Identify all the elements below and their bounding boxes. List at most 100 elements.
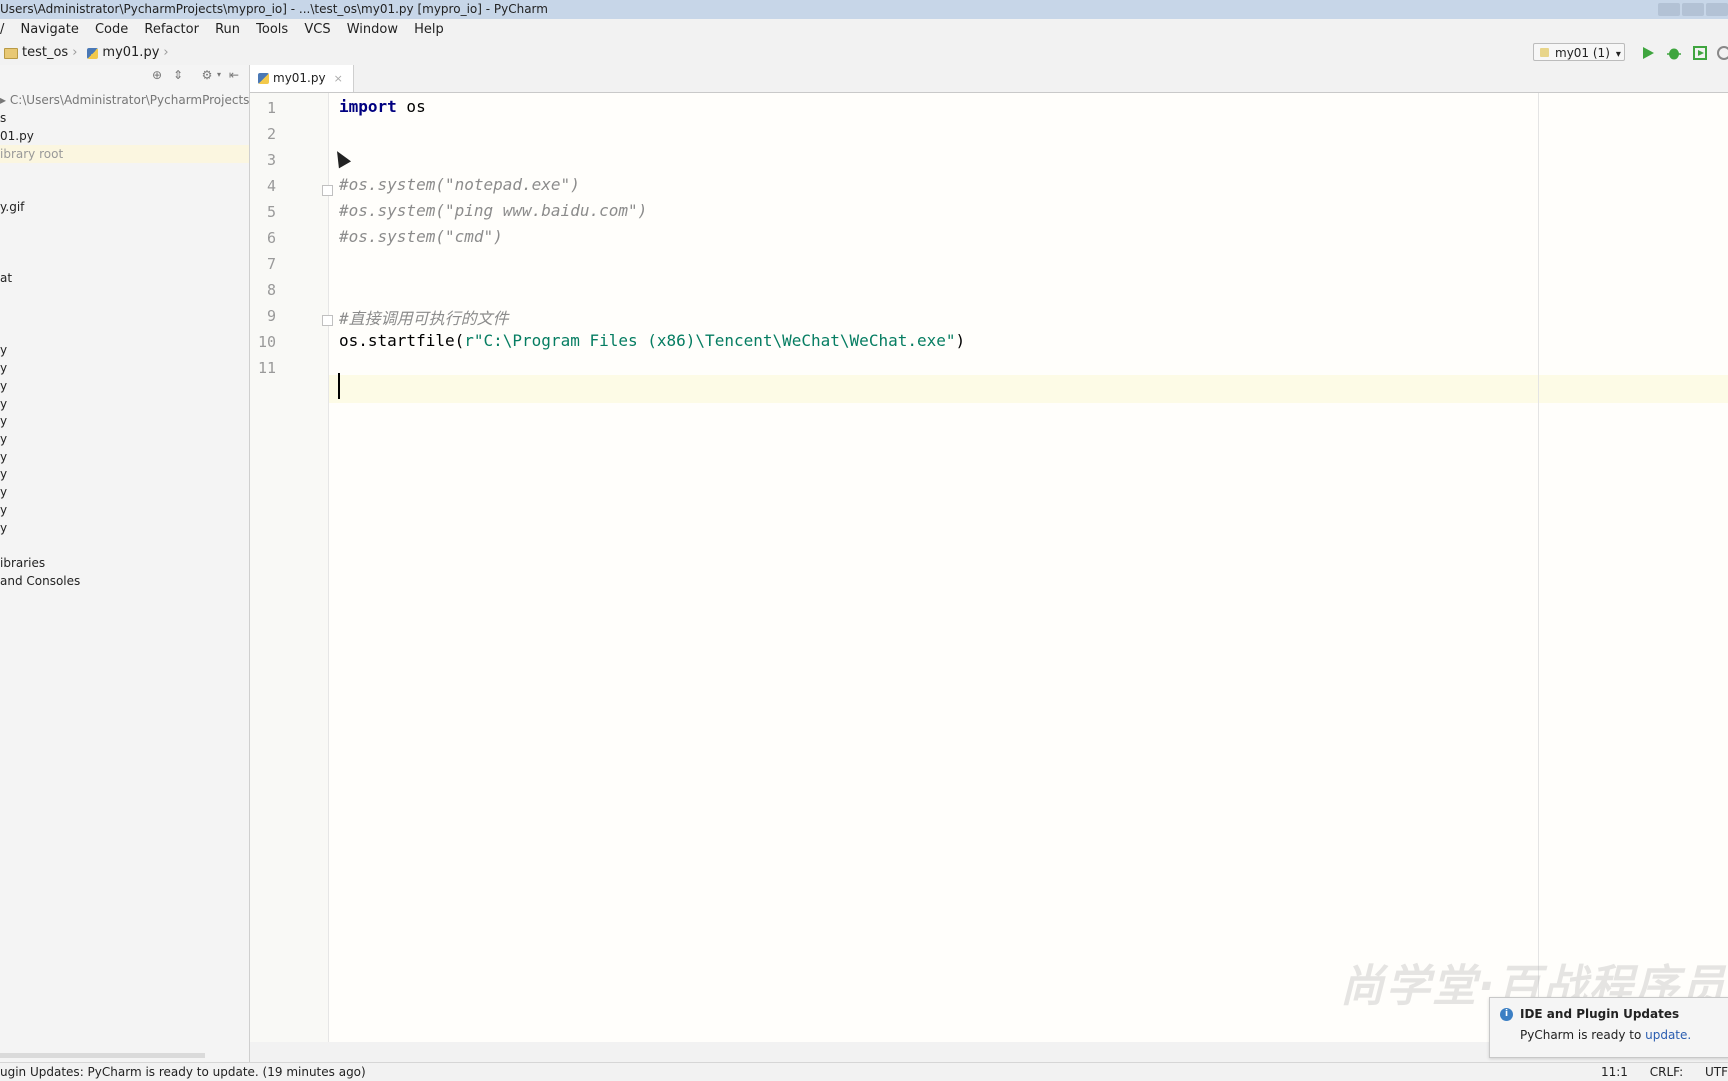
breadcrumb: test_os › my01.py › bbox=[0, 41, 173, 65]
maximize-button[interactable] bbox=[1682, 3, 1704, 16]
gear-icon[interactable]: ⚙ bbox=[201, 69, 213, 81]
menu-help[interactable]: Help bbox=[414, 22, 444, 37]
locate-icon[interactable]: ⊕ bbox=[151, 69, 163, 81]
menu-run[interactable]: Run bbox=[215, 22, 240, 37]
editor-tab-bar: my01.py × bbox=[250, 65, 1728, 93]
tab-my01-py[interactable]: my01.py × bbox=[250, 65, 354, 92]
tree-item[interactable]: y bbox=[0, 465, 7, 483]
python-file-icon bbox=[258, 73, 269, 84]
tree-item[interactable]: y bbox=[0, 341, 7, 359]
line-number: 5 bbox=[266, 203, 276, 221]
code-line-4: #os.system("notepad.exe") bbox=[339, 175, 580, 194]
status-bar: ugin Updates: PyCharm is ready to update… bbox=[0, 1062, 1728, 1081]
line-number: 9 bbox=[266, 307, 276, 325]
update-notification[interactable]: i IDE and Plugin Updates PyCharm is read… bbox=[1489, 997, 1728, 1058]
right-margin-guide bbox=[1538, 93, 1539, 1042]
chevron-down-icon: ▾ bbox=[1615, 49, 1621, 60]
minimize-button[interactable] bbox=[1658, 3, 1680, 16]
debug-icon[interactable] bbox=[1666, 45, 1682, 61]
horizontal-scrollbar[interactable] bbox=[0, 1053, 205, 1058]
chevron-down-icon[interactable]: ▾ bbox=[213, 69, 225, 81]
tree-arrow-icon: ▸ bbox=[0, 93, 10, 107]
tree-item[interactable]: y bbox=[0, 448, 7, 466]
text-caret bbox=[338, 373, 340, 399]
chevron-right-icon: › bbox=[72, 45, 78, 60]
info-icon: i bbox=[1500, 1008, 1513, 1021]
file-encoding[interactable]: UTF bbox=[1705, 1065, 1728, 1079]
python-file-icon bbox=[87, 47, 99, 59]
close-button[interactable] bbox=[1706, 3, 1728, 16]
status-widgets: 11:1 CRLF: UTF bbox=[1583, 1063, 1728, 1081]
tree-item-my01-py[interactable]: 01.py bbox=[0, 127, 34, 145]
menu-bar: / Navigate Code Refactor Run Tools VCS W… bbox=[0, 19, 1728, 41]
status-message[interactable]: ugin Updates: PyCharm is ready to update… bbox=[0, 1065, 366, 1079]
tree-item[interactable]: y bbox=[0, 377, 7, 395]
menu-refactor[interactable]: Refactor bbox=[144, 22, 199, 37]
line-number: 4 bbox=[266, 177, 276, 195]
current-line-highlight bbox=[250, 375, 1728, 403]
line-number: 11 bbox=[257, 359, 276, 377]
line-number: 3 bbox=[266, 151, 276, 169]
window-title: Users\Administrator\PycharmProjects\mypr… bbox=[0, 2, 548, 16]
code-editor[interactable]: 1 2 3 4 5 6 7 8 9 10 11 import os #os.sy… bbox=[250, 93, 1728, 1042]
window-controls bbox=[1658, 0, 1728, 19]
update-link[interactable]: update. bbox=[1645, 1028, 1691, 1042]
run-configuration-select[interactable]: my01 (1) ▾ bbox=[1533, 43, 1625, 61]
code-text: os.startfile( bbox=[339, 331, 465, 350]
line-number: 6 bbox=[266, 229, 276, 247]
line-number: 10 bbox=[257, 333, 276, 351]
fold-marker-icon[interactable] bbox=[322, 315, 333, 326]
chevron-right-icon: › bbox=[163, 45, 169, 60]
collapse-icon[interactable]: ⇕ bbox=[172, 69, 184, 81]
hide-icon[interactable]: ⇤ bbox=[228, 69, 240, 81]
breadcrumb-file[interactable]: my01.py bbox=[102, 41, 159, 65]
caret-position[interactable]: 11:1 bbox=[1601, 1065, 1628, 1079]
string-literal: r"C:\Program Files (x86)\Tencent\WeChat\… bbox=[464, 331, 956, 350]
run-config-label: my01 (1) bbox=[1555, 46, 1610, 60]
tree-item-gif[interactable]: y.gif bbox=[0, 198, 24, 216]
menu-window[interactable]: Window bbox=[347, 22, 398, 37]
project-tool-window: ⊕ ⇕ ⚙ ▾ ⇤ ▸ C:\Users\Administrator\Pycha… bbox=[0, 65, 250, 1062]
code-text: ) bbox=[955, 331, 966, 350]
line-number: 1 bbox=[266, 99, 276, 117]
notification-title: IDE and Plugin Updates bbox=[1520, 1007, 1680, 1021]
code-line-1: import os bbox=[339, 97, 426, 116]
keyword: import bbox=[339, 97, 397, 116]
menu-vcs[interactable]: VCS bbox=[304, 22, 330, 37]
tree-item-library-root[interactable]: ibrary root bbox=[0, 145, 249, 163]
menu-code[interactable]: Code bbox=[95, 22, 128, 37]
tree-item[interactable]: y bbox=[0, 395, 7, 413]
navigation-bar: test_os › my01.py › my01 (1) ▾ bbox=[0, 41, 1728, 66]
project-root-path[interactable]: ▸ C:\Users\Administrator\PycharmProjects… bbox=[0, 91, 249, 109]
tree-item[interactable]: y bbox=[0, 412, 7, 430]
line-number: 8 bbox=[266, 281, 276, 299]
line-number: 7 bbox=[266, 255, 276, 273]
tree-item[interactable]: y bbox=[0, 483, 7, 501]
folder-icon bbox=[4, 47, 18, 59]
tree-item[interactable]: y bbox=[0, 519, 7, 537]
tree-item-scratches-and-consoles[interactable]: and Consoles bbox=[0, 572, 80, 590]
code-line-10: os.startfile(r"C:\Program Files (x86)\Te… bbox=[339, 331, 965, 350]
profile-icon[interactable] bbox=[1716, 45, 1728, 61]
run-icon[interactable] bbox=[1640, 45, 1656, 61]
menu-tools[interactable]: Tools bbox=[256, 22, 288, 37]
tree-item[interactable]: y bbox=[0, 501, 7, 519]
menu-navigate[interactable]: Navigate bbox=[21, 22, 79, 37]
tree-item[interactable]: y bbox=[0, 430, 7, 448]
tab-label: my01.py bbox=[273, 71, 326, 85]
notification-message: PyCharm is ready to update. bbox=[1520, 1028, 1692, 1042]
line-separator[interactable]: CRLF: bbox=[1650, 1065, 1683, 1079]
tree-item[interactable]: y bbox=[0, 359, 7, 377]
close-icon[interactable]: × bbox=[334, 65, 343, 92]
breadcrumb-folder[interactable]: test_os bbox=[22, 41, 68, 65]
coverage-icon[interactable] bbox=[1692, 45, 1708, 61]
fold-marker-icon[interactable] bbox=[322, 185, 333, 196]
tree-item-external-libraries[interactable]: ibraries bbox=[0, 554, 45, 572]
title-bar: Users\Administrator\PycharmProjects\mypr… bbox=[0, 0, 1728, 19]
tree-item[interactable]: at bbox=[0, 269, 12, 287]
menu-view[interactable]: / bbox=[0, 22, 4, 37]
tree-item[interactable]: s bbox=[0, 109, 6, 127]
python-config-icon bbox=[1540, 48, 1549, 57]
code-line-6: #os.system("cmd") bbox=[339, 227, 503, 246]
project-toolbar: ⊕ ⇕ ⚙ ▾ ⇤ bbox=[0, 65, 249, 86]
